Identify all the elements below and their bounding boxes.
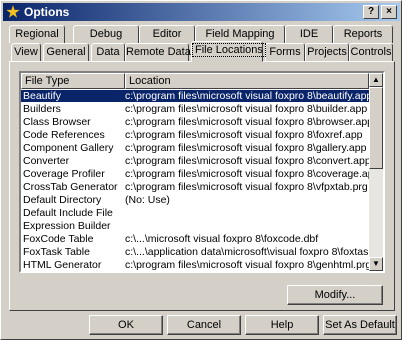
row-location: c:\program files\microsoft visual foxpro… xyxy=(125,155,369,167)
column-header-location[interactable]: Location xyxy=(125,73,369,89)
row-file-type: FoxCode Table xyxy=(23,233,94,245)
tab-data[interactable]: Data xyxy=(91,43,125,61)
row-file-type: HTML Generator xyxy=(23,259,102,271)
tab-reports[interactable]: Reports xyxy=(333,25,393,43)
tab-regional[interactable]: Regional xyxy=(9,25,65,43)
column-header-file-type[interactable]: File Type xyxy=(21,73,125,89)
row-location: c:\program files\microsoft visual foxpro… xyxy=(125,103,368,115)
tab-file-locations[interactable]: File Locations xyxy=(191,41,266,62)
tab-forms[interactable]: Forms xyxy=(265,43,305,61)
row-file-type: Beautify xyxy=(23,90,61,102)
row-file-type: Component Gallery xyxy=(23,142,114,154)
modify-button[interactable]: Modify... xyxy=(287,285,383,305)
list-row[interactable]: HTML Generator c:\program files\microsof… xyxy=(21,259,369,271)
row-file-type: CrossTab Generator xyxy=(23,181,118,193)
file-locations-list[interactable]: File Type Location Beautify c:\program f… xyxy=(19,71,385,273)
row-location: (No: Use) xyxy=(125,194,170,206)
list-row[interactable]: Converter c:\program files\microsoft vis… xyxy=(21,155,369,167)
row-file-type: Default Include File xyxy=(23,207,113,219)
list-row[interactable]: FoxCode Table c:\...\microsoft visual fo… xyxy=(21,233,369,245)
window-title: Options xyxy=(24,5,70,19)
title-bar[interactable]: Options ? × xyxy=(3,3,400,21)
row-file-type: Converter xyxy=(23,155,70,167)
row-file-type: Builders xyxy=(23,103,61,115)
list-row[interactable]: Default Directory (No: Use) xyxy=(21,194,369,206)
row-location: c:\program files\microsoft visual foxpro… xyxy=(125,168,369,180)
list-row[interactable]: Default Include File xyxy=(21,207,369,219)
row-location: c:\program files\microsoft visual foxpro… xyxy=(125,142,367,154)
list-header: File Type Location xyxy=(21,73,369,89)
scroll-thumb[interactable] xyxy=(369,87,383,169)
tab-view[interactable]: View xyxy=(11,43,41,61)
row-file-type: Expression Builder xyxy=(23,220,111,232)
tab-controls[interactable]: Controls xyxy=(349,43,393,61)
help-button[interactable]: Help xyxy=(245,315,319,335)
scroll-up-icon[interactable]: ▲ xyxy=(369,73,383,87)
tab-remote-data[interactable]: Remote Data xyxy=(125,43,191,61)
scroll-down-icon[interactable]: ▼ xyxy=(369,257,383,271)
list-row[interactable]: Coverage Profiler c:\program files\micro… xyxy=(21,168,369,180)
ok-button[interactable]: OK xyxy=(89,315,163,335)
list-row[interactable]: Class Browser c:\program files\microsoft… xyxy=(21,116,369,128)
options-dialog: Options ? × Regional Debug Editor Field … xyxy=(0,0,402,340)
row-file-type: Code References xyxy=(23,129,105,141)
row-location: c:\program files\microsoft visual foxpro… xyxy=(125,116,369,128)
tab-debug[interactable]: Debug xyxy=(73,25,139,43)
set-as-default-button[interactable]: Set As Default xyxy=(323,315,397,335)
cancel-button[interactable]: Cancel xyxy=(167,315,241,335)
row-file-type: Coverage Profiler xyxy=(23,168,105,180)
tab-editor[interactable]: Editor xyxy=(139,25,195,43)
app-star-icon xyxy=(6,5,20,18)
row-location: c:\program files\microsoft visual foxpro… xyxy=(125,181,368,193)
tab-ide[interactable]: IDE xyxy=(285,25,333,43)
list-row[interactable]: FoxTask Table c:\...\application data\mi… xyxy=(21,246,369,258)
close-button[interactable]: × xyxy=(381,5,397,19)
list-row[interactable]: Component Gallery c:\program files\micro… xyxy=(21,142,369,154)
row-location: c:\program files\microsoft visual foxpro… xyxy=(125,259,369,271)
row-location: c:\program files\microsoft visual foxpro… xyxy=(125,129,363,141)
row-location: c:\program files\microsoft visual foxpro… xyxy=(125,90,369,102)
list-row[interactable]: Builders c:\program files\microsoft visu… xyxy=(21,103,369,115)
help-caption-button[interactable]: ? xyxy=(363,5,379,19)
row-file-type: Class Browser xyxy=(23,116,91,128)
list-row[interactable]: Code References c:\program files\microso… xyxy=(21,129,369,141)
tab-file-locations-label: File Locations xyxy=(192,43,266,57)
vertical-scrollbar[interactable]: ▲ ▼ xyxy=(369,73,383,271)
row-location: c:\...\application data\microsoft\visual… xyxy=(125,246,369,258)
list-row[interactable]: CrossTab Generator c:\program files\micr… xyxy=(21,181,369,193)
tab-general[interactable]: General xyxy=(43,43,89,61)
list-row[interactable]: Beautify c:\program files\microsoft visu… xyxy=(21,90,369,102)
list-row[interactable]: Expression Builder xyxy=(21,220,369,232)
tab-projects[interactable]: Projects xyxy=(305,43,349,61)
row-location: c:\...\microsoft visual foxpro 8\foxcode… xyxy=(125,233,319,245)
row-file-type: Default Directory xyxy=(23,194,102,206)
row-file-type: FoxTask Table xyxy=(23,246,90,258)
